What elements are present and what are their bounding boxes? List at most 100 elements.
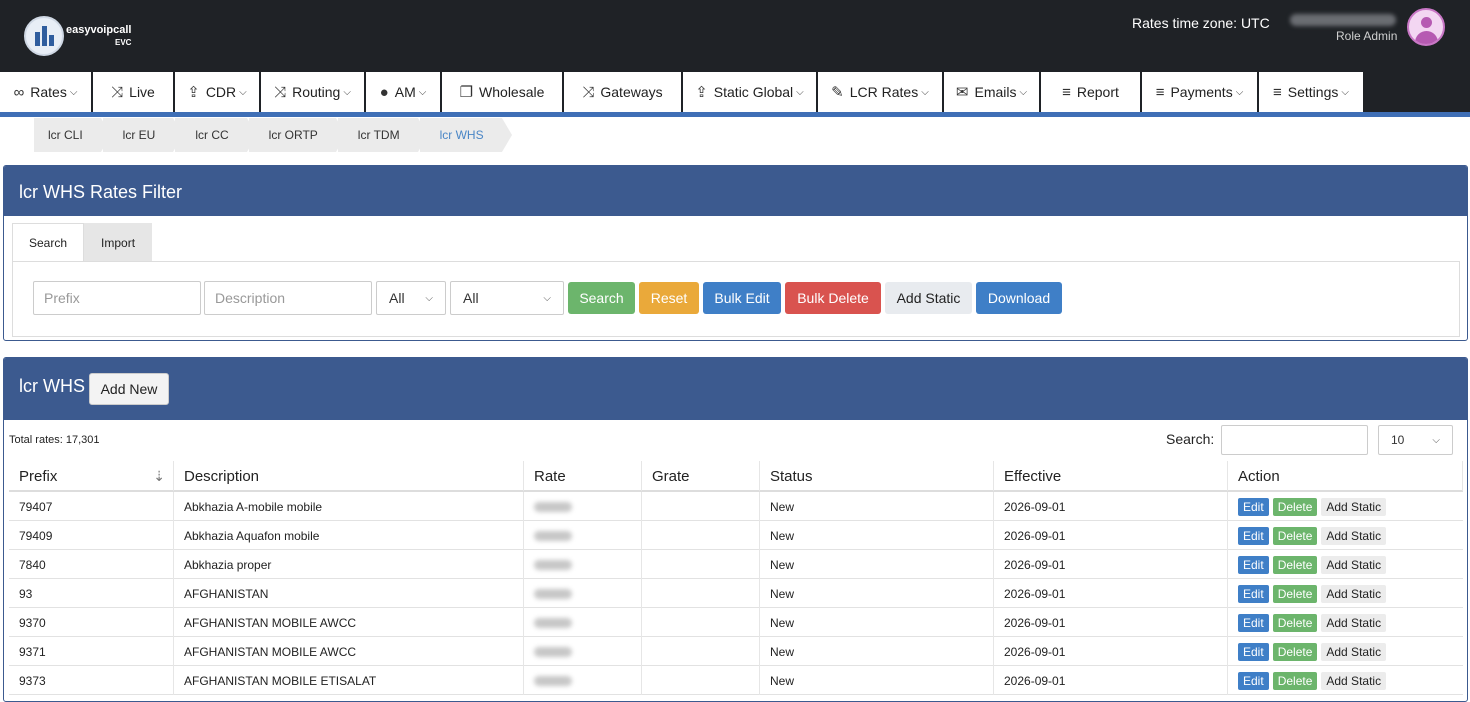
delete-button[interactable]: Delete: [1272, 497, 1318, 516]
reset-button[interactable]: Reset: [639, 282, 699, 314]
delete-button[interactable]: Delete: [1272, 584, 1318, 603]
cell-actions: Edit Delete Add Static: [1228, 666, 1463, 695]
cell-prefix: 9373: [9, 666, 174, 695]
main-nav: ∞ Rates ⌵ ⤨ Live ⇪ CDR ⌵ ⤨ Routing ⌵ ● AM ⌵ ❐ Wholesale…: [0, 72, 1470, 112]
add-static-row-button[interactable]: Add Static: [1321, 671, 1387, 690]
rates-panel-header: lcr WHS Add New: [4, 358, 1467, 420]
nav-gateways[interactable]: ⤨ Gateways: [564, 72, 683, 112]
column-header-rate[interactable]: Rate: [524, 461, 642, 491]
list-icon: ≡: [1155, 83, 1165, 101]
delete-button[interactable]: Delete: [1272, 526, 1318, 545]
chevron-down-icon: ⌵: [425, 292, 433, 304]
edit-button[interactable]: Edit: [1238, 526, 1269, 545]
delete-button[interactable]: Delete: [1272, 613, 1318, 632]
breadcrumb-item[interactable]: lcr CLI: [34, 118, 111, 152]
edit-button[interactable]: Edit: [1238, 555, 1269, 574]
column-header-prefix[interactable]: Prefix ⇣: [9, 461, 174, 491]
table-row: 79407 Abkhazia A-mobile mobile New 2026-09-…: [9, 492, 1463, 521]
prefix-input[interactable]: Prefix: [33, 281, 201, 315]
add-static-row-button[interactable]: Add Static: [1321, 555, 1387, 574]
search-button[interactable]: Search: [568, 282, 635, 314]
delete-button[interactable]: Delete: [1272, 671, 1318, 690]
nav-cdr[interactable]: ⇪ CDR ⌵: [175, 72, 261, 112]
add-static-row-button[interactable]: Add Static: [1321, 613, 1387, 632]
add-static-row-button[interactable]: Add Static: [1321, 642, 1387, 661]
nav-rates[interactable]: ∞ Rates ⌵: [0, 72, 93, 112]
edit-icon: ✎: [831, 84, 844, 101]
add-static-row-button[interactable]: Add Static: [1321, 526, 1387, 545]
nav-am[interactable]: ● AM ⌵: [366, 72, 442, 112]
logo[interactable]: easyvoipcall EVC: [24, 16, 131, 56]
tab-search[interactable]: Search: [12, 223, 85, 261]
nav-static-global[interactable]: ⇪ Static Global ⌵: [683, 72, 818, 112]
add-static-row-button[interactable]: Add Static: [1321, 497, 1387, 516]
add-static-button[interactable]: Add Static: [885, 282, 972, 314]
rate-redacted: [534, 646, 572, 657]
role-label: Role Admin: [1336, 29, 1398, 43]
nav-live[interactable]: ⤨ Live: [93, 72, 175, 112]
edit-button[interactable]: Edit: [1238, 613, 1269, 632]
column-header-action[interactable]: Action: [1228, 461, 1463, 491]
user-avatar[interactable]: [1407, 8, 1445, 46]
download-button[interactable]: Download: [976, 282, 1062, 314]
edit-button[interactable]: Edit: [1238, 671, 1269, 690]
column-header-label: Rate: [534, 467, 566, 485]
nav-payments[interactable]: ≡ Payments ⌵: [1142, 72, 1259, 112]
column-header-label: Prefix: [19, 467, 58, 485]
description-input[interactable]: Description: [204, 281, 372, 315]
list-icon: ≡: [1273, 83, 1282, 101]
column-header-effective[interactable]: Effective: [994, 461, 1228, 491]
table-row: 9371 AFGHANISTAN MOBILE AWCC New 2026-09-01…: [9, 637, 1463, 666]
filter-select-2[interactable]: All ⌵: [450, 281, 564, 315]
cell-description: AFGHANISTAN MOBILE AWCC: [174, 637, 524, 666]
nav-emails[interactable]: ✉ Emails ⌵: [944, 72, 1041, 112]
column-header-grate[interactable]: Grate: [642, 461, 760, 491]
cell-actions: Edit Delete Add Static: [1228, 608, 1463, 637]
cell-effective: 2026-09-01: [994, 550, 1228, 579]
add-new-button[interactable]: Add New: [89, 373, 169, 405]
column-header-description[interactable]: Description: [174, 461, 524, 491]
chevron-down-icon: ⌵: [796, 86, 804, 98]
external-icon: ❐: [459, 84, 474, 101]
tab-import[interactable]: Import: [84, 223, 153, 261]
delete-button[interactable]: Delete: [1272, 555, 1318, 574]
cell-status: New: [760, 637, 994, 666]
cell-actions: Edit Delete Add Static: [1228, 521, 1463, 550]
nav-label: Settings: [1287, 84, 1339, 100]
delete-button[interactable]: Delete: [1272, 642, 1318, 661]
cell-status: New: [760, 550, 994, 579]
cell-prefix: 7840: [9, 550, 174, 579]
breadcrumb-item[interactable]: lcr CC: [175, 118, 258, 152]
breadcrumb-item[interactable]: lcr EU: [102, 118, 183, 152]
table-row: 79409 Abkhazia Aquafon mobile New 2026-09-0…: [9, 521, 1463, 550]
chevron-down-icon: ⌵: [418, 86, 427, 98]
bulk-delete-button[interactable]: Bulk Delete: [785, 282, 881, 314]
page-size-select[interactable]: 10 ⌵: [1378, 425, 1453, 455]
edit-button[interactable]: Edit: [1238, 642, 1269, 661]
breadcrumb-item[interactable]: lcr TDM: [337, 118, 428, 152]
nav-report[interactable]: ≡ Report: [1041, 72, 1142, 112]
nav-label: AM: [394, 84, 416, 100]
table-row: 7840 Abkhazia proper New 2026-09-01 Edit Dele…: [9, 550, 1463, 579]
breadcrumb-item[interactable]: lcr ORTP: [248, 118, 346, 152]
nav-label: CDR: [205, 84, 237, 100]
edit-button[interactable]: Edit: [1238, 497, 1269, 516]
edit-button[interactable]: Edit: [1238, 584, 1269, 603]
rate-redacted: [534, 675, 572, 686]
chevron-down-icon: ⌵: [1235, 86, 1244, 98]
nav-wholesale[interactable]: ❐ Wholesale: [442, 72, 564, 112]
chat-icon: ●: [379, 83, 389, 101]
sort-icon[interactable]: ⇣: [153, 468, 165, 485]
breadcrumb-item[interactable]: lcr WHS: [419, 118, 512, 152]
chevron-down-icon: ⌵: [1432, 434, 1440, 446]
column-header-label: Effective: [1004, 467, 1062, 485]
nav-settings[interactable]: ≡ Settings ⌵: [1259, 72, 1365, 112]
table-search-input[interactable]: [1221, 425, 1368, 455]
filter-select-1[interactable]: All ⌵: [376, 281, 446, 315]
nav-lcr-rates[interactable]: ✎ LCR Rates ⌵: [818, 72, 944, 112]
add-static-row-button[interactable]: Add Static: [1321, 584, 1387, 603]
bulk-edit-button[interactable]: Bulk Edit: [703, 282, 781, 314]
column-header-status[interactable]: Status: [760, 461, 994, 491]
nav-routing[interactable]: ⤨ Routing ⌵: [261, 72, 366, 112]
cell-status: New: [760, 666, 994, 695]
